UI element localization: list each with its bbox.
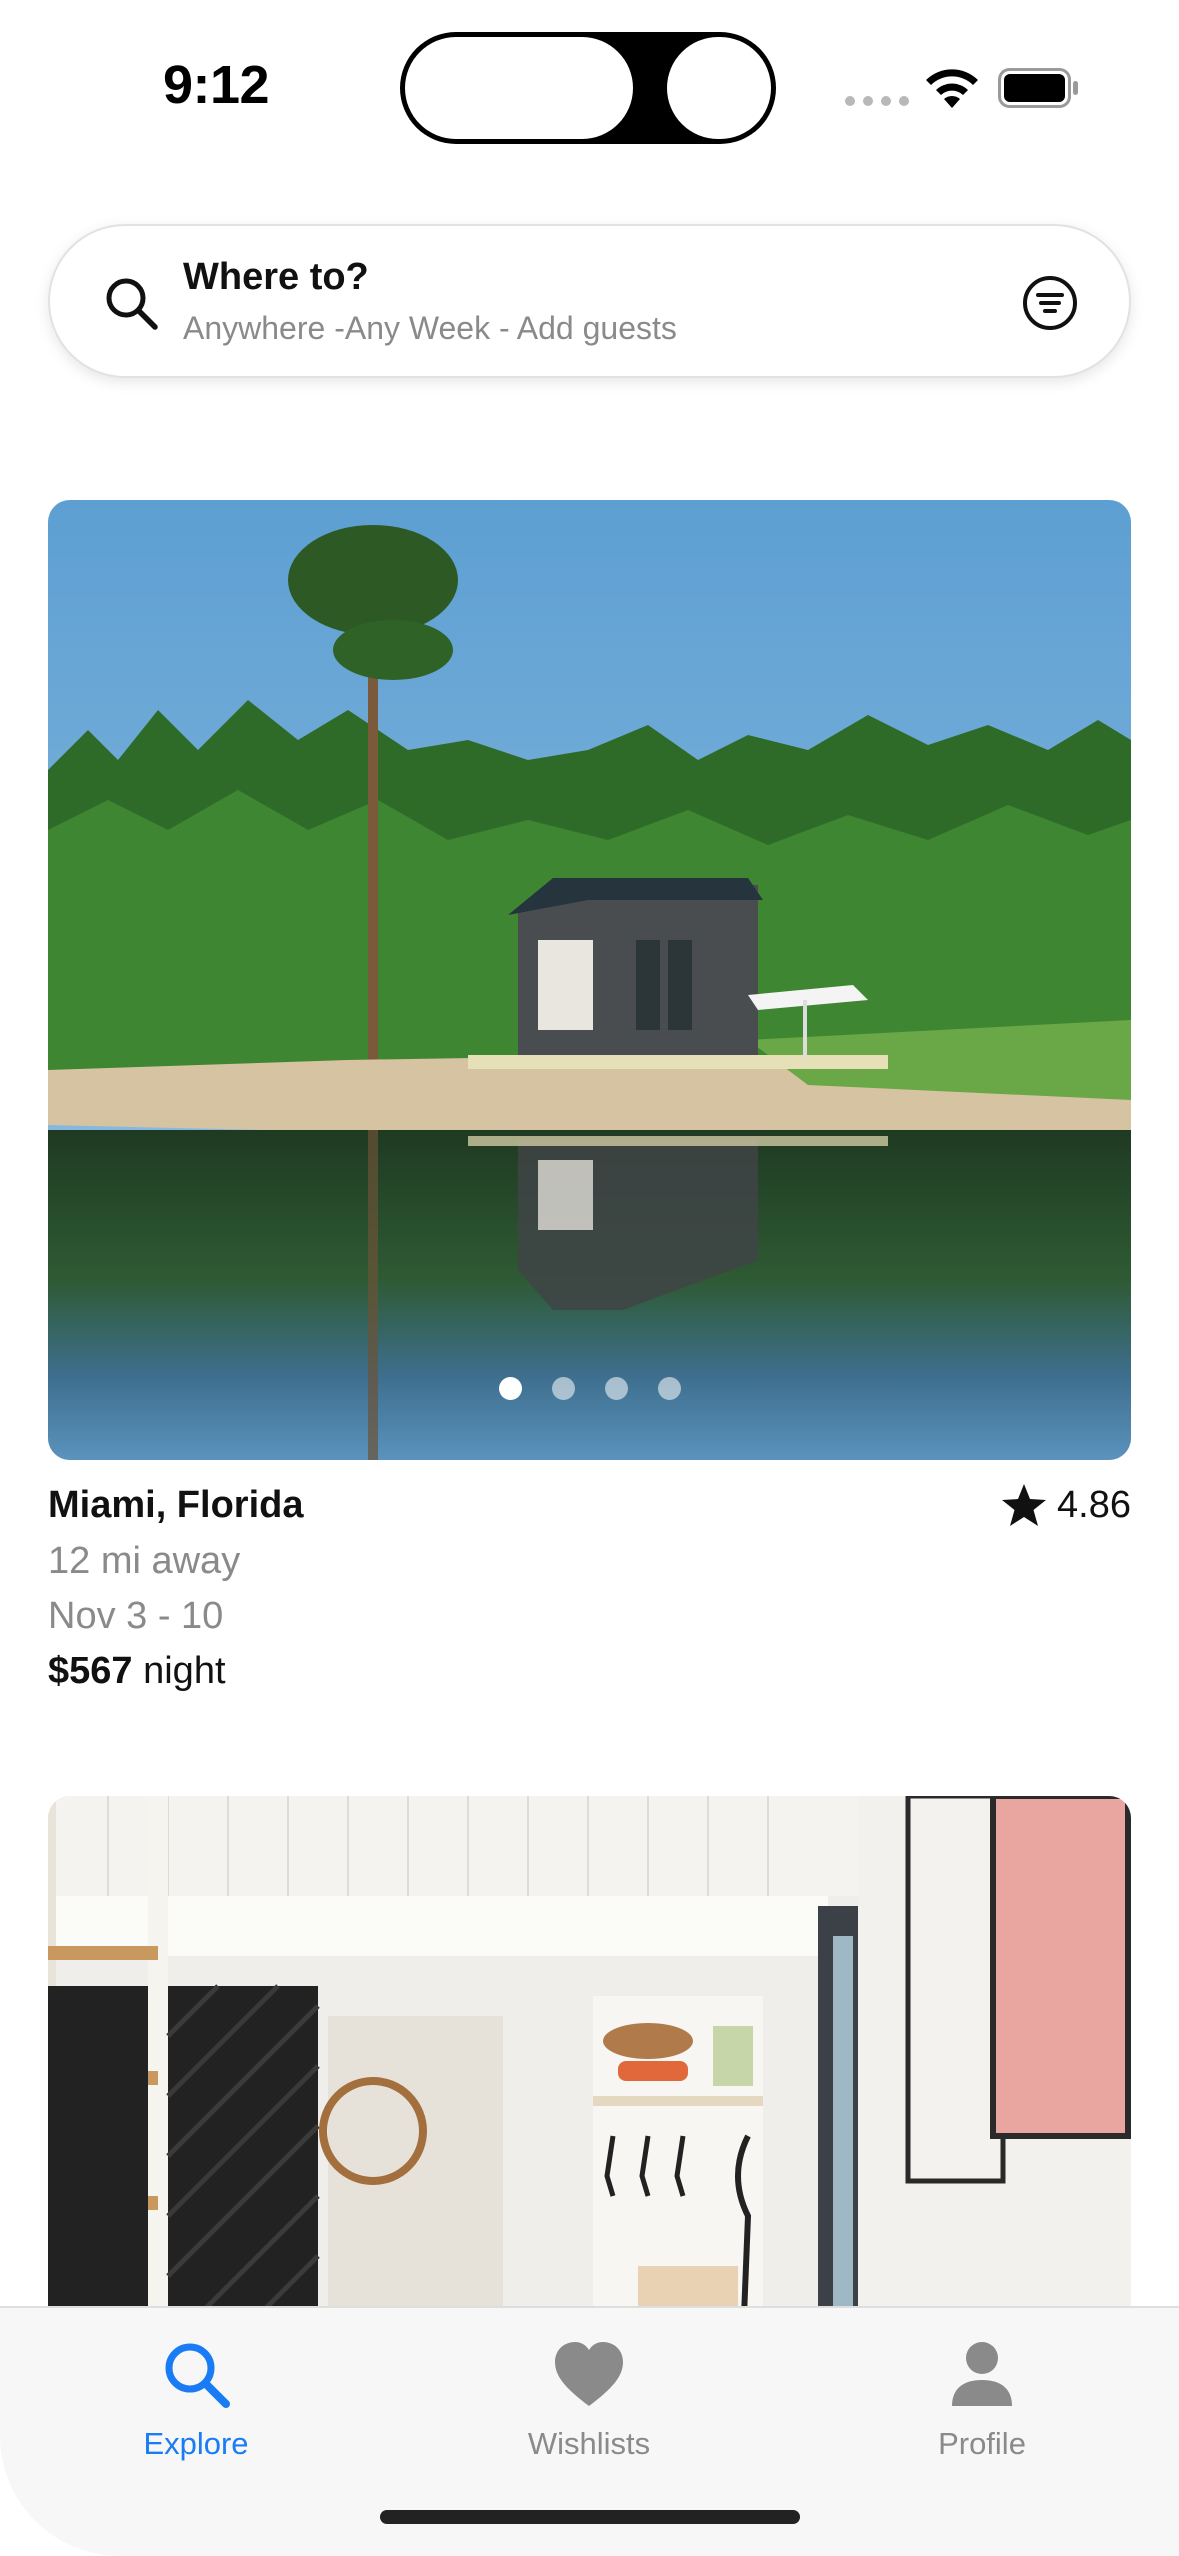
pager-dot[interactable] [604, 1377, 628, 1400]
tab-wishlists-label: Wishlists [527, 2426, 651, 2461]
pager-dot[interactable] [551, 1377, 575, 1400]
price-unit: night [143, 1650, 226, 1692]
listing-rating: 4.86 [1001, 1482, 1131, 1528]
image-pager-dots[interactable] [48, 1377, 1131, 1400]
tab-profile-label: Profile [938, 2426, 1026, 2461]
tab-profile[interactable]: Profile [872, 2328, 1092, 2488]
listing-dates: Nov 3 - 10 [48, 1595, 224, 1637]
listing-distance: 12 mi away [48, 1540, 241, 1582]
dynamic-island [400, 32, 776, 144]
magnifying-glass-icon [106, 278, 158, 330]
listing-photo-2[interactable] [48, 1796, 1131, 2316]
wifi-icon [926, 69, 978, 108]
pager-dot[interactable] [657, 1377, 681, 1400]
listing-location[interactable]: Miami, Florida [48, 1484, 303, 1527]
star-icon [1002, 1484, 1047, 1526]
cabin-lake-photo [48, 500, 1131, 1460]
heart-icon [555, 2342, 623, 2406]
listing-price: $567 night [48, 1650, 226, 1693]
status-bar: 9:12 [0, 0, 1179, 170]
search-subtitle: Anywhere -Any Week - Add guests [183, 310, 677, 346]
island-left-pill [405, 37, 633, 139]
tab-explore-label: Explore [143, 2426, 249, 2461]
search-bar[interactable]: Where to? Anywhere -Any Week - Add guest… [48, 224, 1131, 378]
interior-photo [48, 1796, 1131, 2316]
tab-explore[interactable]: Explore [86, 2328, 306, 2488]
status-time: 9:12 [163, 55, 270, 115]
battery-icon [998, 68, 1078, 108]
filter-lines-icon[interactable] [1021, 274, 1079, 332]
rating-value: 4.86 [1057, 1483, 1131, 1526]
listing-photo[interactable] [48, 500, 1131, 1460]
cellular-signal-icon [845, 96, 909, 106]
person-icon [952, 2342, 1012, 2406]
tab-wishlists[interactable]: Wishlists [479, 2328, 699, 2488]
home-indicator[interactable] [380, 2510, 800, 2524]
island-right-pill [667, 37, 771, 139]
price-amount: $567 [48, 1650, 133, 1692]
pager-dot-active[interactable] [498, 1377, 522, 1400]
search-icon [165, 2343, 230, 2408]
search-title: Where to? [183, 256, 369, 298]
